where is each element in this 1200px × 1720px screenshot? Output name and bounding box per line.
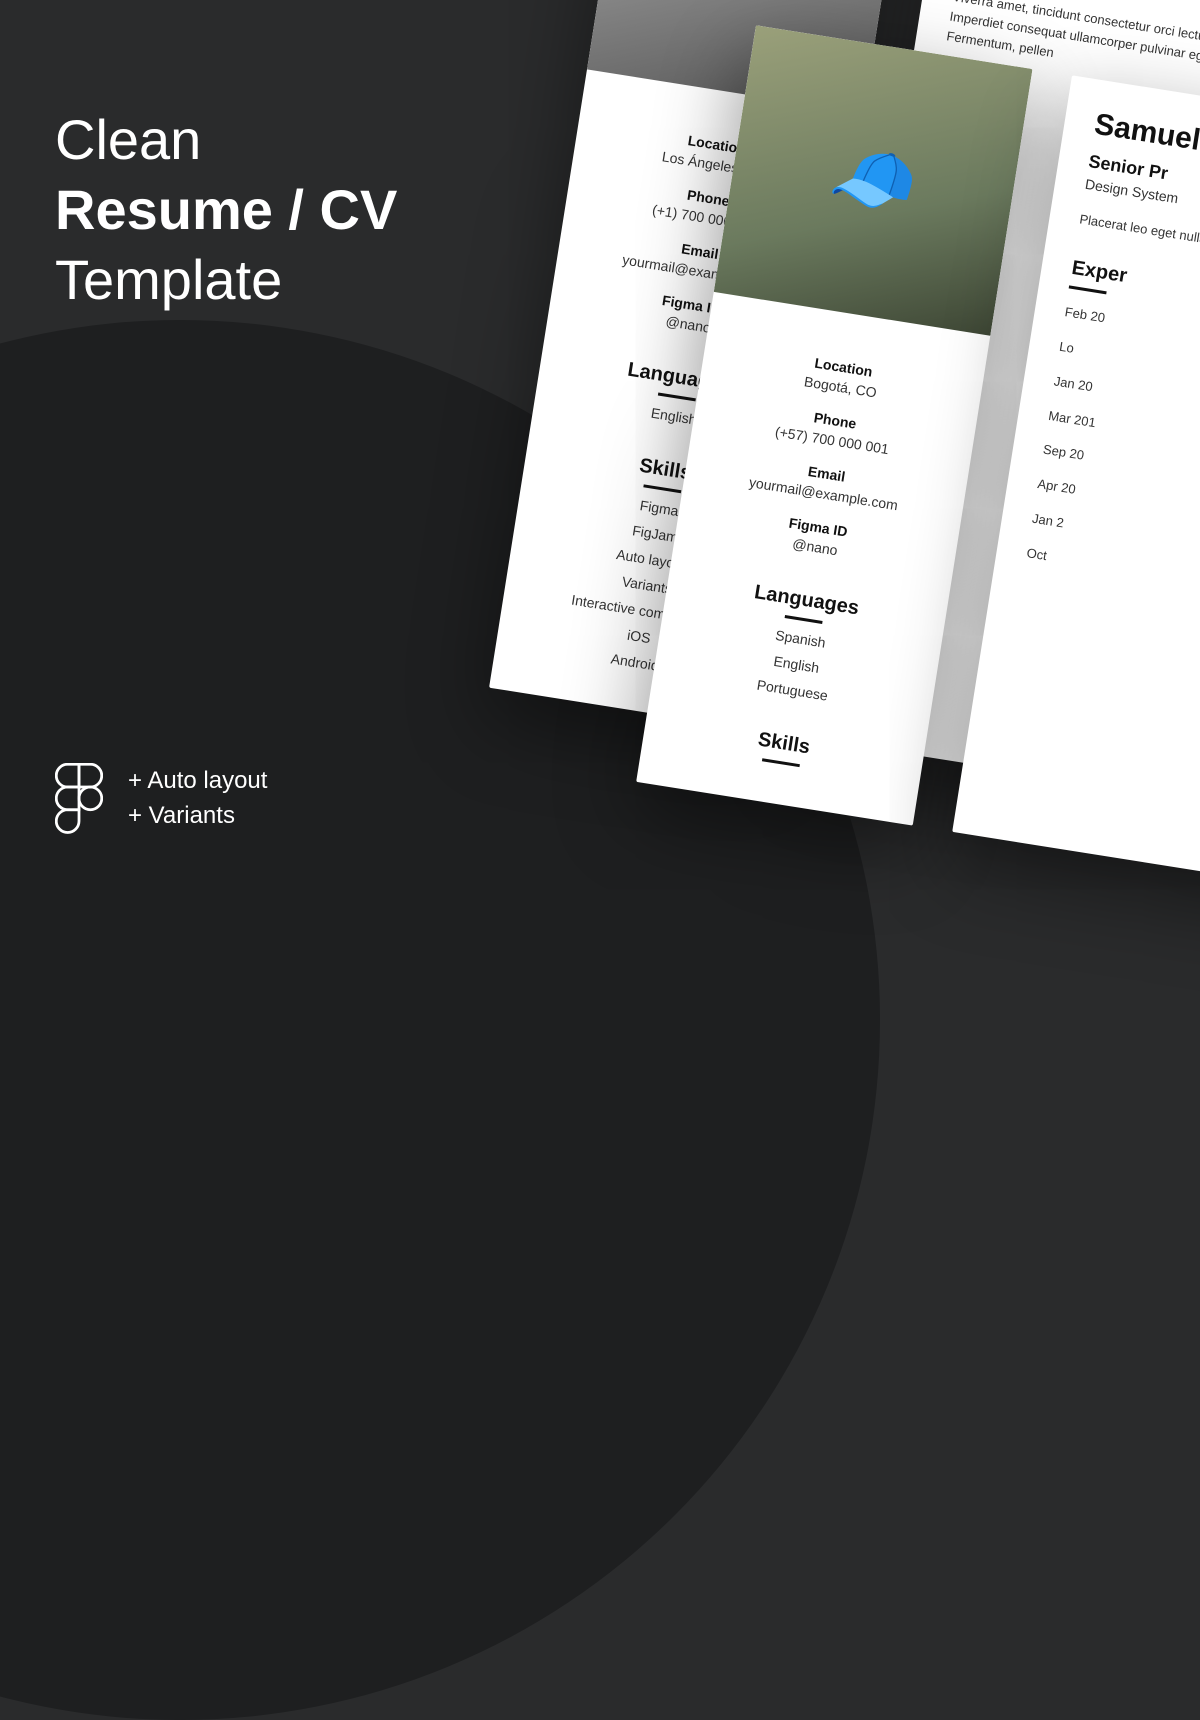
figma-icon	[55, 763, 103, 835]
skills-heading: Skills	[755, 729, 812, 769]
headline: Clean Resume / CV Template	[55, 105, 397, 315]
contact-section: LocationBogotá, COPhone(+57) 700 000 001…	[676, 320, 986, 577]
headline-line1: Clean	[55, 105, 397, 175]
list-item: Spanish	[764, 625, 837, 652]
list-item: Portuguese	[756, 677, 829, 704]
promo-canvas: Clean Resume / CV Template + Auto layout…	[0, 0, 1200, 900]
experience-date: Jan 20	[1052, 371, 1102, 399]
cards-stage: ☺ LocationLos Ángeles, CAPhone(+1) 700 0…	[489, 0, 1200, 805]
experience-date: Lo	[1058, 337, 1108, 365]
experience-date: Mar 201	[1047, 405, 1097, 433]
features-block: + Auto layout + Variants	[55, 763, 267, 835]
list-item: English	[760, 651, 833, 678]
experience-date: Jan 2	[1031, 509, 1081, 537]
experience-date: Feb 20	[1063, 302, 1113, 330]
headline-line3: Template	[55, 245, 397, 315]
experience-date: Apr 20	[1036, 474, 1086, 502]
list-item: English	[650, 405, 698, 428]
feature-variants: + Variants	[128, 799, 267, 834]
avatar-photo: 🧢	[714, 25, 1033, 335]
person-name: Samuel	[1092, 108, 1200, 158]
headline-line2: Resume / CV	[55, 175, 397, 245]
experience-date: Sep 20	[1041, 440, 1091, 468]
feature-autolayout: + Auto layout	[128, 764, 267, 799]
experience-date: Oct	[1025, 543, 1075, 571]
feature-list: + Auto layout + Variants	[128, 764, 267, 834]
